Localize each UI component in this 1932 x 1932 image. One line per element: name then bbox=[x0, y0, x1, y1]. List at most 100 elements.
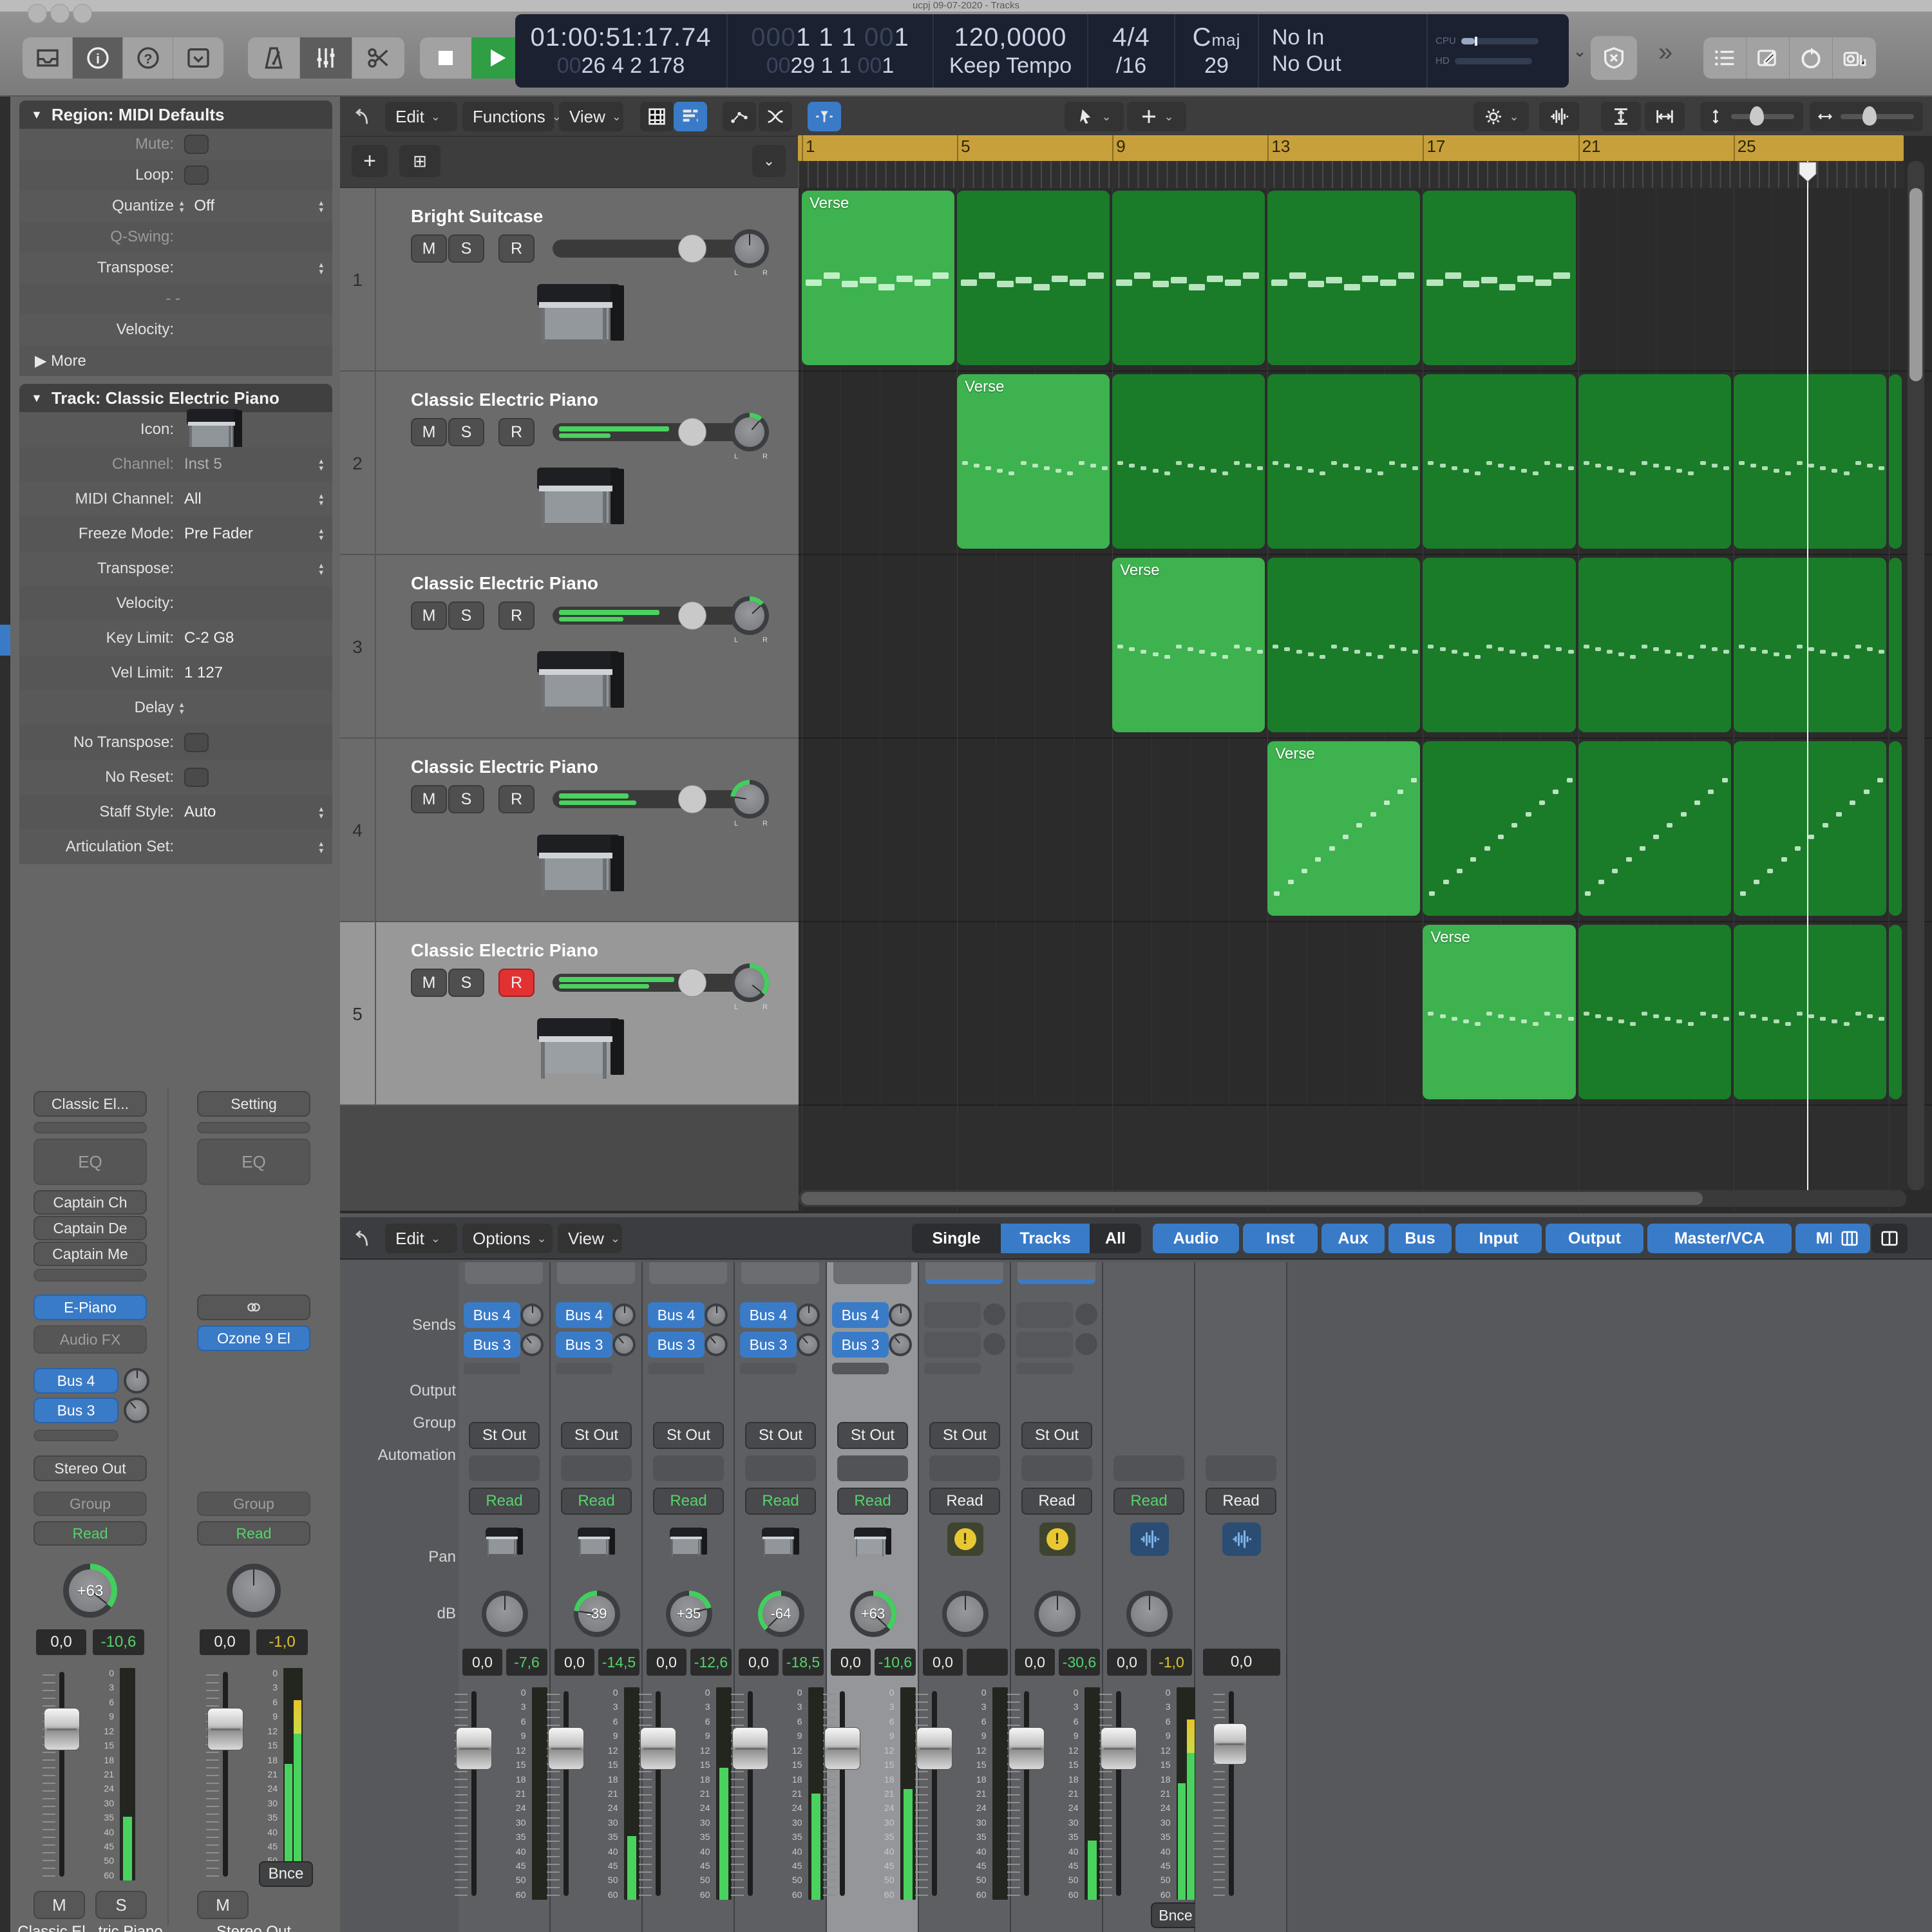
mode-all[interactable]: All bbox=[1090, 1224, 1141, 1253]
mode-single[interactable]: Single bbox=[912, 1224, 1001, 1253]
out-group-slot[interactable]: Group bbox=[197, 1492, 310, 1516]
db-box[interactable]: 0,0 bbox=[647, 1649, 687, 1676]
record-button[interactable]: R bbox=[498, 785, 535, 813]
filter-button[interactable] bbox=[808, 102, 841, 131]
out-db2-box[interactable]: -1,0 bbox=[256, 1629, 308, 1655]
view-wide-button[interactable] bbox=[1871, 1224, 1908, 1253]
volume-thumb[interactable] bbox=[678, 785, 706, 813]
send-slot-1[interactable]: Bus 3 bbox=[33, 1397, 118, 1423]
v-zoom-slider-thumb[interactable] bbox=[1750, 106, 1764, 126]
region-checkbox[interactable] bbox=[184, 135, 209, 154]
media-tray-button[interactable] bbox=[23, 37, 73, 79]
strip1-fader-cap[interactable] bbox=[548, 1727, 584, 1770]
automation-button[interactable]: Read bbox=[745, 1488, 816, 1515]
volume-thumb[interactable] bbox=[678, 234, 706, 263]
track-lane-3[interactable]: Verse bbox=[799, 555, 1932, 739]
pan-knob[interactable] bbox=[942, 1591, 989, 1637]
automation-button[interactable]: Read bbox=[469, 1488, 540, 1515]
out-eq-slot[interactable]: EQ bbox=[197, 1139, 310, 1185]
v-zoom-slider-track[interactable] bbox=[1731, 114, 1794, 119]
mixer-menu-edit[interactable]: Edit⌄ bbox=[385, 1224, 457, 1253]
event-list-button[interactable] bbox=[1703, 37, 1747, 79]
send-knob-0[interactable] bbox=[797, 1303, 820, 1327]
filter-mastervca[interactable]: Master/VCA bbox=[1647, 1224, 1792, 1253]
strip7-fader-cap[interactable] bbox=[1101, 1727, 1137, 1770]
group-slot[interactable] bbox=[561, 1455, 632, 1481]
track-checkbox[interactable] bbox=[184, 768, 209, 787]
send-button-0[interactable]: Bus 4 bbox=[740, 1302, 797, 1328]
midi-region-loop[interactable] bbox=[1578, 741, 1731, 916]
record-button[interactable]: R bbox=[498, 601, 535, 630]
output-button[interactable]: St Out bbox=[469, 1422, 540, 1449]
cut-scissors-button[interactable] bbox=[352, 37, 404, 79]
stepper-icon[interactable]: ▴▾ bbox=[180, 701, 184, 715]
send-button-0[interactable]: Bus 4 bbox=[648, 1302, 705, 1328]
track-header-3[interactable]: 3Classic Electric PianoMSRLR bbox=[340, 555, 799, 739]
send-knob-1[interactable] bbox=[612, 1333, 636, 1356]
traffic-light-3[interactable] bbox=[73, 4, 92, 23]
db-box[interactable]: 0,0 bbox=[831, 1649, 871, 1676]
automation-button[interactable]: Read bbox=[653, 1488, 724, 1515]
playhead-marker-icon[interactable] bbox=[1798, 161, 1817, 183]
mixer-strip-6[interactable]: St OutRead!0,003691215182124303540455060… bbox=[919, 1262, 1011, 1932]
db-box[interactable]: 0,0 bbox=[36, 1629, 86, 1655]
strip0-fader-cap[interactable] bbox=[456, 1727, 492, 1770]
filter-bus[interactable]: Bus bbox=[1388, 1224, 1452, 1253]
region-value[interactable]: Off bbox=[194, 197, 214, 215]
mixer-strip-5[interactable]: Bus 4Bus 3St OutRead+630,0-10,6036912151… bbox=[827, 1262, 919, 1932]
mixer-strip-3[interactable]: Bus 4Bus 3St OutRead+350,0-12,6036912151… bbox=[643, 1262, 735, 1932]
waveform-zoom-button[interactable] bbox=[1539, 102, 1579, 131]
tracks-menu-view[interactable]: View⌄ bbox=[559, 102, 623, 131]
flex-button[interactable] bbox=[759, 102, 792, 131]
mixer-menu-view[interactable]: View⌄ bbox=[558, 1224, 622, 1253]
mute-button[interactable]: M bbox=[411, 234, 447, 263]
midi-region-loop[interactable] bbox=[1267, 558, 1420, 732]
gain-slot[interactable] bbox=[33, 1122, 147, 1133]
output-slot[interactable]: Stereo Out bbox=[33, 1455, 147, 1481]
quick-help-button[interactable]: ? bbox=[123, 37, 173, 79]
midi-region-loop[interactable] bbox=[1578, 374, 1731, 549]
db-box[interactable]: 0,0 bbox=[739, 1649, 779, 1676]
traffic-light-1[interactable] bbox=[28, 4, 47, 23]
automation-button[interactable]: Read bbox=[1021, 1488, 1092, 1515]
send-knob-0[interactable] bbox=[612, 1303, 636, 1327]
solo-button[interactable]: S bbox=[448, 234, 484, 263]
midi-region-loop[interactable] bbox=[1889, 741, 1902, 916]
send-knob-1[interactable] bbox=[889, 1333, 912, 1356]
send-empty[interactable] bbox=[33, 1430, 118, 1441]
note-pad-button[interactable] bbox=[1747, 37, 1790, 79]
send-knob-0[interactable] bbox=[520, 1303, 544, 1327]
playhead-line[interactable] bbox=[1807, 161, 1808, 1190]
pan-knob[interactable] bbox=[1126, 1591, 1173, 1637]
output-button[interactable]: St Out bbox=[929, 1422, 1000, 1449]
list-view-button[interactable] bbox=[674, 102, 707, 131]
eq-slot[interactable]: EQ bbox=[33, 1139, 147, 1185]
midi-region-loop[interactable] bbox=[1423, 558, 1575, 732]
group-slot[interactable] bbox=[745, 1455, 816, 1481]
send-knob-1[interactable] bbox=[797, 1333, 820, 1356]
midi-region-loop[interactable] bbox=[1423, 191, 1575, 365]
db2-box[interactable]: -30,6 bbox=[1059, 1649, 1100, 1676]
midi-region-loop[interactable] bbox=[1267, 374, 1420, 549]
track-lane-1[interactable]: Verse bbox=[799, 188, 1932, 372]
send-button-1[interactable]: Bus 3 bbox=[832, 1332, 889, 1358]
strip6-fader-cap[interactable] bbox=[1009, 1727, 1045, 1770]
mixer-strip-9[interactable]: Read0,0MDMaster bbox=[1195, 1262, 1287, 1932]
output-button[interactable]: St Out bbox=[653, 1422, 724, 1449]
output-button[interactable]: St Out bbox=[837, 1422, 908, 1449]
track-pan-knob[interactable] bbox=[730, 229, 769, 268]
stepper-icon[interactable]: ▴▾ bbox=[319, 261, 323, 275]
record-button[interactable]: R bbox=[498, 969, 535, 997]
track-pan-knob[interactable] bbox=[730, 413, 769, 451]
pan-knob[interactable] bbox=[1034, 1591, 1081, 1637]
bounce-badge[interactable]: Bnce bbox=[259, 1861, 313, 1887]
mixer-menu-options[interactable]: Options⌄ bbox=[462, 1224, 553, 1253]
solo-button[interactable]: S bbox=[448, 969, 484, 997]
stepper-icon[interactable]: ▴▾ bbox=[319, 492, 323, 506]
lcd-cpu-meters[interactable]: CPUHD bbox=[1428, 14, 1545, 88]
track-header-1[interactable]: 1Bright SuitcaseMSRLR bbox=[340, 188, 799, 372]
mixer-strip-2[interactable]: Bus 4Bus 3St OutRead-390,0-14,5036912151… bbox=[551, 1262, 643, 1932]
strip3-fader-cap[interactable] bbox=[732, 1727, 768, 1770]
mixer-back-button[interactable] bbox=[349, 1225, 377, 1252]
solo-button[interactable]: S bbox=[448, 601, 484, 630]
